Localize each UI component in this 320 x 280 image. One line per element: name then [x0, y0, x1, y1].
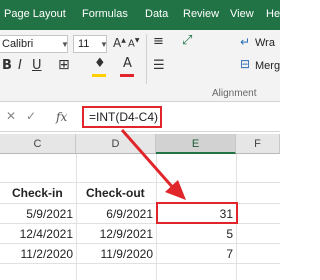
- arrow-shaft: [120, 129, 177, 191]
- arrow-icon: [120, 129, 186, 200]
